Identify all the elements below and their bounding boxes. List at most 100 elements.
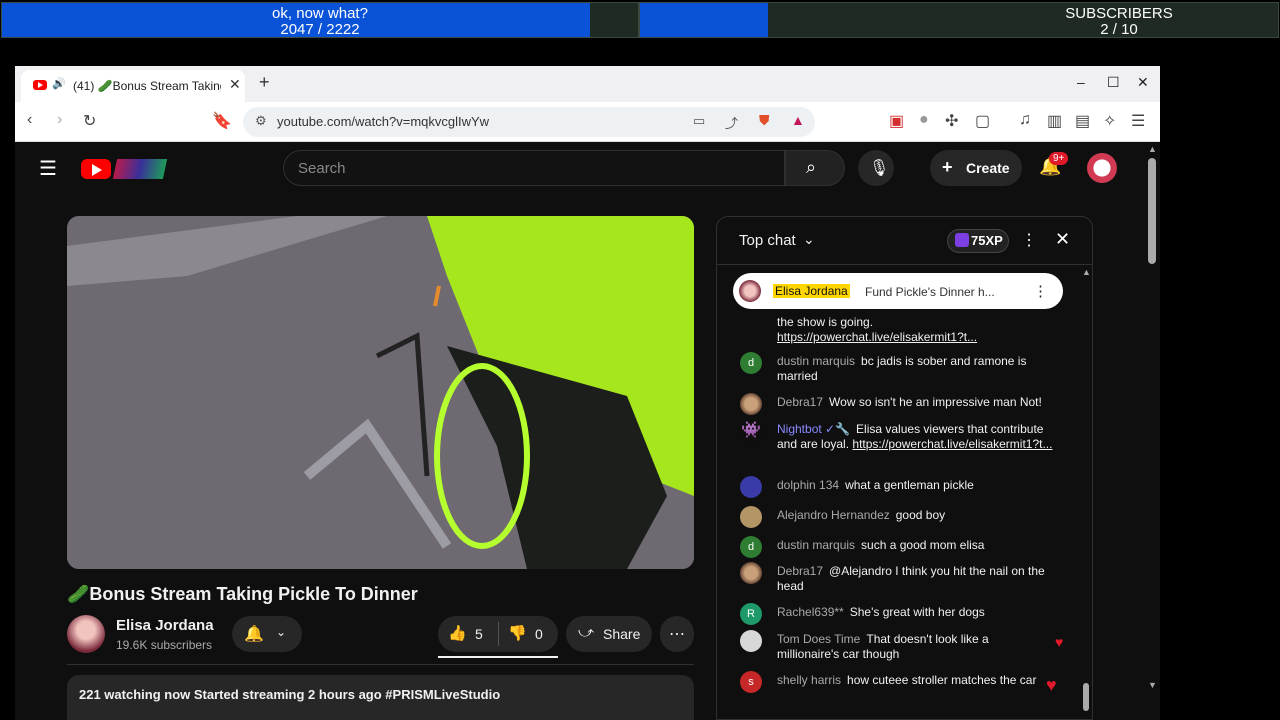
maximize-button[interactable]: ☐ — [1107, 74, 1120, 91]
chat-author[interactable]: Debra17 — [777, 395, 823, 409]
hamburger-menu-icon[interactable]: ☰ — [39, 156, 57, 181]
chevron-down-icon: ⌄ — [276, 625, 287, 639]
description-box[interactable]: 221 watching now Started streaming 2 hou… — [67, 675, 694, 720]
pinned-text: Fund Pickle's Dinner h... — [865, 285, 995, 299]
progress-count-left: 2047 / 2222 — [280, 21, 360, 38]
pinned-author: Elisa Jordana — [773, 284, 850, 298]
cast-icon[interactable]: ▭ — [693, 113, 705, 129]
browser-window: 🔊 (41) 🥒Bonus Stream Taking Pickle To Di… — [15, 66, 1160, 720]
description-text: 221 watching now Started streaming 2 hou… — [79, 687, 501, 702]
share-label: Share — [603, 626, 641, 642]
screenshot-icon[interactable]: ▢ — [975, 111, 990, 131]
bookmark-icon[interactable]: 🔖 — [212, 111, 232, 131]
reload-icon[interactable]: ↻ — [83, 111, 96, 131]
channel-avatar[interactable] — [67, 615, 105, 653]
scroll-down-icon[interactable]: ▼ — [1148, 680, 1157, 690]
notification-preferences-button[interactable]: 🔔 ⌄ — [232, 616, 302, 652]
pinned-menu-icon[interactable]: ⋮ — [1033, 282, 1048, 300]
share-button[interactable]: ⤻ Share — [566, 616, 652, 652]
chat-message: d dustin marquis such a good mom elisa — [717, 536, 1077, 558]
scroll-up-icon[interactable]: ▲ — [1082, 267, 1091, 277]
chat-menu-icon[interactable]: ⋮ — [1021, 230, 1037, 250]
chat-avatar — [740, 476, 762, 498]
forward-icon[interactable]: › — [57, 111, 62, 129]
chat-author[interactable]: dolphin 134 — [777, 478, 839, 492]
site-settings-icon[interactable]: ⚙ — [255, 113, 267, 129]
extensions-icon[interactable]: ✣ — [945, 111, 958, 131]
media-icon[interactable]: ♫ — [1019, 111, 1031, 129]
brave-shield-icon[interactable]: ⛊ — [759, 112, 770, 129]
chat-header: Top chat ⌄ 75XP ⋮ ✕ — [717, 217, 1092, 265]
back-icon[interactable]: ‹ — [27, 111, 32, 129]
more-actions-button[interactable]: ⋯ — [660, 616, 694, 652]
page-scroll-thumb[interactable] — [1148, 158, 1156, 264]
tab-close-icon[interactable]: ✕ — [229, 76, 241, 93]
brave-rewards-icon[interactable]: ▲ — [791, 112, 805, 128]
chat-author[interactable]: dustin marquis — [777, 538, 855, 552]
search-button[interactable]: ⌕ — [785, 150, 845, 186]
chat-author[interactable]: shelly harris — [777, 673, 841, 687]
share-icon: ⤻ — [578, 624, 595, 641]
chat-link[interactable]: https://powerchat.live/elisakermit1?t... — [852, 437, 1052, 451]
menu-icon[interactable]: ☰ — [1131, 111, 1145, 131]
chat-scroll-thumb[interactable] — [1083, 683, 1089, 711]
pinned-avatar — [739, 280, 761, 302]
progress-count-right: 2 / 10 — [1100, 21, 1138, 38]
chat-avatar: R — [740, 603, 762, 625]
like-button[interactable]: 👍 — [448, 624, 467, 642]
progress-bar-left: ok, now what? 2047 / 2222 — [1, 2, 639, 38]
extension-icon-red[interactable]: ▣ — [889, 111, 904, 131]
browser-toolbar: ‹ › ↻ 🔖 ⚙ youtube.com/watch?v=mqkvcglIwY… — [15, 102, 1160, 142]
separator — [67, 664, 694, 665]
create-button[interactable]: + Create — [930, 150, 1022, 186]
chat-avatar — [740, 562, 762, 584]
tab-active[interactable]: 🔊 (41) 🥒Bonus Stream Taking Pickle To Di… — [21, 70, 245, 102]
page-scrollbar[interactable]: ▲ ▼ — [1145, 142, 1160, 720]
new-tab-button[interactable]: + — [259, 72, 270, 93]
channel-name[interactable]: Elisa Jordana — [116, 617, 214, 634]
sidebar-icon[interactable]: ▥ — [1047, 111, 1062, 131]
like-underline — [438, 656, 558, 658]
video-frame — [67, 216, 694, 569]
chat-author[interactable]: Debra17 — [777, 564, 823, 578]
close-chat-icon[interactable]: ✕ — [1055, 229, 1070, 250]
chat-author[interactable]: dustin marquis — [777, 354, 855, 368]
dislike-button[interactable]: 👎 — [508, 624, 527, 642]
url-text: youtube.com/watch?v=mqkvcglIwYw — [277, 114, 490, 129]
chevron-down-icon[interactable]: ⌄ — [803, 231, 815, 248]
heart-icon: ♥ — [1055, 634, 1064, 650]
chat-message: Debra17 @Alejandro I think you hit the na… — [717, 562, 1077, 594]
chat-link[interactable]: https://powerchat.live/elisakermit1?t... — [777, 330, 977, 344]
progress-title-left: ok, now what? — [272, 5, 368, 22]
share-page-icon[interactable]: ⤴ — [725, 113, 738, 132]
extension-icon-gray[interactable]: ● — [919, 111, 929, 129]
like-dislike-group: 👍 5 👎 0 — [438, 616, 558, 652]
tab-bar: 🔊 (41) 🥒Bonus Stream Taking Pickle To Di… — [15, 66, 1160, 102]
wallet-icon[interactable]: ▤ — [1075, 111, 1090, 131]
chat-avatar: s — [740, 671, 762, 693]
voice-search-button[interactable]: 🎙 — [858, 150, 894, 186]
chat-author[interactable]: Tom Does Time — [777, 632, 860, 646]
chat-avatar — [740, 630, 762, 652]
youtube-logo[interactable] — [81, 157, 168, 181]
tab-title: Bonus Stream Taking Pickle To Dinner — [112, 79, 221, 93]
account-avatar[interactable] — [1087, 153, 1117, 183]
speaker-icon[interactable]: 🔊 — [52, 77, 66, 90]
scroll-up-icon[interactable]: ▲ — [1148, 144, 1157, 154]
chat-scrollbar[interactable]: ▲ — [1082, 267, 1091, 719]
chat-author[interactable]: Alejandro Hernandez — [777, 508, 890, 522]
subscriber-count: 19.6K subscribers — [116, 638, 213, 652]
chat-mode-label[interactable]: Top chat — [739, 232, 796, 249]
youtube-page: ☰ Search ⌕ 🎙 + Create 🔔 9+ 🥒Bonus Stream… — [15, 142, 1160, 720]
search-input[interactable]: Search — [283, 150, 785, 186]
pinned-message[interactable]: Elisa Jordana Fund Pickle's Dinner h... … — [733, 273, 1063, 309]
video-player[interactable] — [67, 216, 694, 569]
address-bar[interactable]: ⚙ youtube.com/watch?v=mqkvcglIwYw ▭ ⤴ ⛊ … — [243, 107, 815, 137]
chat-author[interactable]: Rachel639** — [777, 605, 844, 619]
minimize-button[interactable]: – — [1077, 74, 1085, 90]
bell-icon: 🔔 — [244, 626, 264, 643]
chat-author[interactable]: Nightbot ✓🔧 — [777, 422, 850, 436]
leo-ai-icon[interactable]: ✧ — [1103, 111, 1116, 131]
close-window-button[interactable]: ✕ — [1137, 74, 1149, 91]
youtube-favicon-icon — [33, 80, 47, 90]
